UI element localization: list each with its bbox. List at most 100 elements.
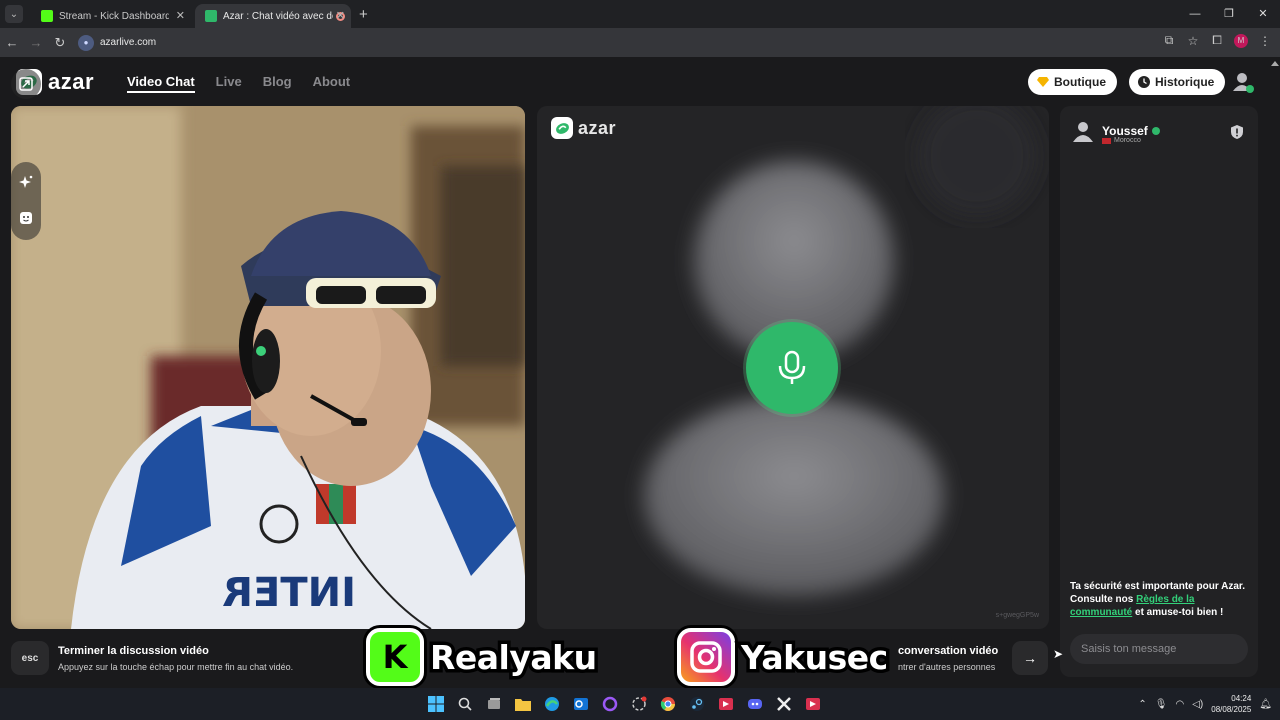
end-chat-subtitle: Appuyez sur la touche échap pour mettre … [58,662,294,672]
browser-address-bar: ← → ↻ ● azarlive.com ⧉ ☆ ⧠ M ⋮ [0,28,1280,57]
tab-azar[interactable]: Azar : Chat vidéo avec de n ✕ [195,4,351,28]
discord-icon[interactable] [743,692,767,716]
new-tab-button[interactable]: + [359,6,368,23]
edge-browser-icon[interactable] [540,692,564,716]
camera-effects-toolbar [11,162,41,240]
partner-profile[interactable]: Youssef Morocco [1072,120,1160,144]
message-input[interactable] [1070,634,1248,664]
partner-name-wrap: Youssef [1102,124,1160,138]
tab-title: Azar : Chat vidéo avec de n [223,10,333,22]
windows-taskbar: ⌃ 🎙︎ ◠ ◁) 04:24 08/08/2025 🔔︎ [0,688,1280,720]
xbox-icon[interactable] [772,692,796,716]
next-chat-title: conversation vidéo [898,645,999,657]
notification-icon[interactable]: 🔔︎ [1259,699,1272,710]
gem-icon [1037,77,1049,87]
historique-label: Historique [1155,75,1215,89]
azar-page: azar Video Chat Live Blog About Boutique… [0,57,1280,688]
instagram-handle-overlay: Yakusec [677,628,892,686]
minimize-icon[interactable]: — [1178,0,1212,28]
search-icon[interactable] [453,692,477,716]
wifi-icon[interactable]: ◠ [1175,699,1184,710]
outlook-icon[interactable] [569,692,593,716]
mic-tray-icon[interactable]: 🎙︎ [1155,699,1168,710]
esc-key-button[interactable]: esc [11,641,49,675]
end-chat-title: Terminer la discussion vidéo [58,645,209,657]
app-red-2-icon[interactable] [801,692,825,716]
nav-video-chat[interactable]: Video Chat [127,74,195,93]
url-text: azarlive.com [100,37,157,48]
microphone-button[interactable] [746,322,838,414]
partner-country-name: Morocco [1114,137,1141,144]
tab-title: Stream - Kick Dashboard [59,10,169,22]
tab-kick-dashboard[interactable]: Stream - Kick Dashboard ✕ [31,4,191,28]
tab-search-button[interactable]: ⌄ [5,5,23,23]
steam-icon[interactable] [685,692,709,716]
session-id: s+gwegGP5w [995,612,1039,619]
task-view-icon[interactable] [482,692,506,716]
window-controls: — ❐ ✕ [1178,0,1280,28]
verified-badge-icon [1151,127,1160,135]
reload-icon[interactable]: ↻ [48,35,72,51]
svg-text:INTER: INTER [222,570,356,616]
close-window-icon[interactable]: ✕ [1246,0,1280,28]
browser-menu-icon[interactable]: ⋮ [1258,34,1272,48]
site-info-icon[interactable]: ● [78,34,94,51]
safety-notice: Ta sécurité est importante pour Azar. Co… [1070,580,1254,619]
boutique-button[interactable]: Boutique [1028,69,1117,95]
kick-handle: Realyaku [427,634,601,680]
logo-text: azar [48,69,95,94]
profile-avatar[interactable]: M [1234,33,1248,48]
nav-blog[interactable]: Blog [263,74,292,93]
azar-favicon-icon [205,10,217,22]
boutique-label: Boutique [1054,75,1106,89]
instagram-handle: Yakusec [738,634,892,680]
forward-icon[interactable]: → [24,35,48,50]
app-purple-icon[interactable] [598,692,622,716]
volume-icon[interactable]: ◁) [1192,699,1203,710]
close-tab-icon[interactable]: ✕ [336,9,345,22]
sparkle-effects-icon[interactable] [18,174,34,190]
kick-handle-overlay: K Realyaku [366,628,601,686]
tray-overflow-icon[interactable]: ⌃ [1138,699,1146,710]
app-notify-icon[interactable] [627,692,651,716]
windows-start-icon[interactable] [424,692,448,716]
face-filter-icon[interactable] [18,210,34,226]
browser-tab-bar: ⌄ Stream - Kick Dashboard ✕ Azar : Chat … [0,0,1280,28]
restore-icon[interactable]: ❐ [1212,0,1246,28]
expand-view-button[interactable] [11,69,41,99]
clock-time: 04:24 [1231,694,1252,703]
clock-icon [1138,76,1150,88]
url-field[interactable]: ● azarlive.com [78,32,1118,54]
next-chat-subtitle: ntrer d'autres personnes [898,662,996,672]
historique-button[interactable]: Historique [1129,69,1226,95]
main-nav: Video Chat Live Blog About [127,74,350,93]
webcam-person-image: INTER [11,106,525,629]
clock[interactable]: 04:24 08/08/2025 [1211,693,1251,715]
arrow-right-icon: → [1023,650,1037,666]
morocco-flag-icon [1102,137,1111,144]
user-avatar-icon[interactable] [1232,71,1254,93]
extensions-icon[interactable]: ⧠ [1210,33,1224,48]
chrome-browser-icon[interactable] [656,692,680,716]
partner-video-view: azar s+gwegGP5w [537,106,1049,629]
nav-live[interactable]: Live [216,74,242,93]
mouse-cursor-icon: ➤ [1053,647,1064,661]
nav-about[interactable]: About [313,74,351,93]
scroll-up-icon[interactable] [1271,61,1279,66]
back-icon[interactable]: ← [0,35,24,50]
kick-favicon-icon [41,10,53,22]
bookmark-star-icon[interactable]: ☆ [1186,34,1200,48]
page-scrollbar[interactable] [1271,61,1279,681]
cast-icon[interactable]: ⧉ [1162,33,1176,48]
partner-avatar-icon [1073,122,1093,142]
app-red-icon[interactable] [714,692,738,716]
clock-date: 08/08/2025 [1211,705,1252,714]
kick-logo-icon: K [366,628,424,686]
report-shield-icon[interactable] [1230,125,1244,139]
microphone-icon [778,350,806,384]
close-tab-icon[interactable]: ✕ [176,9,185,22]
partner-name: Youssef [1102,124,1148,138]
file-explorer-icon[interactable] [511,692,535,716]
next-chat-button[interactable]: → [1012,641,1048,675]
partner-country: Morocco [1102,137,1141,144]
